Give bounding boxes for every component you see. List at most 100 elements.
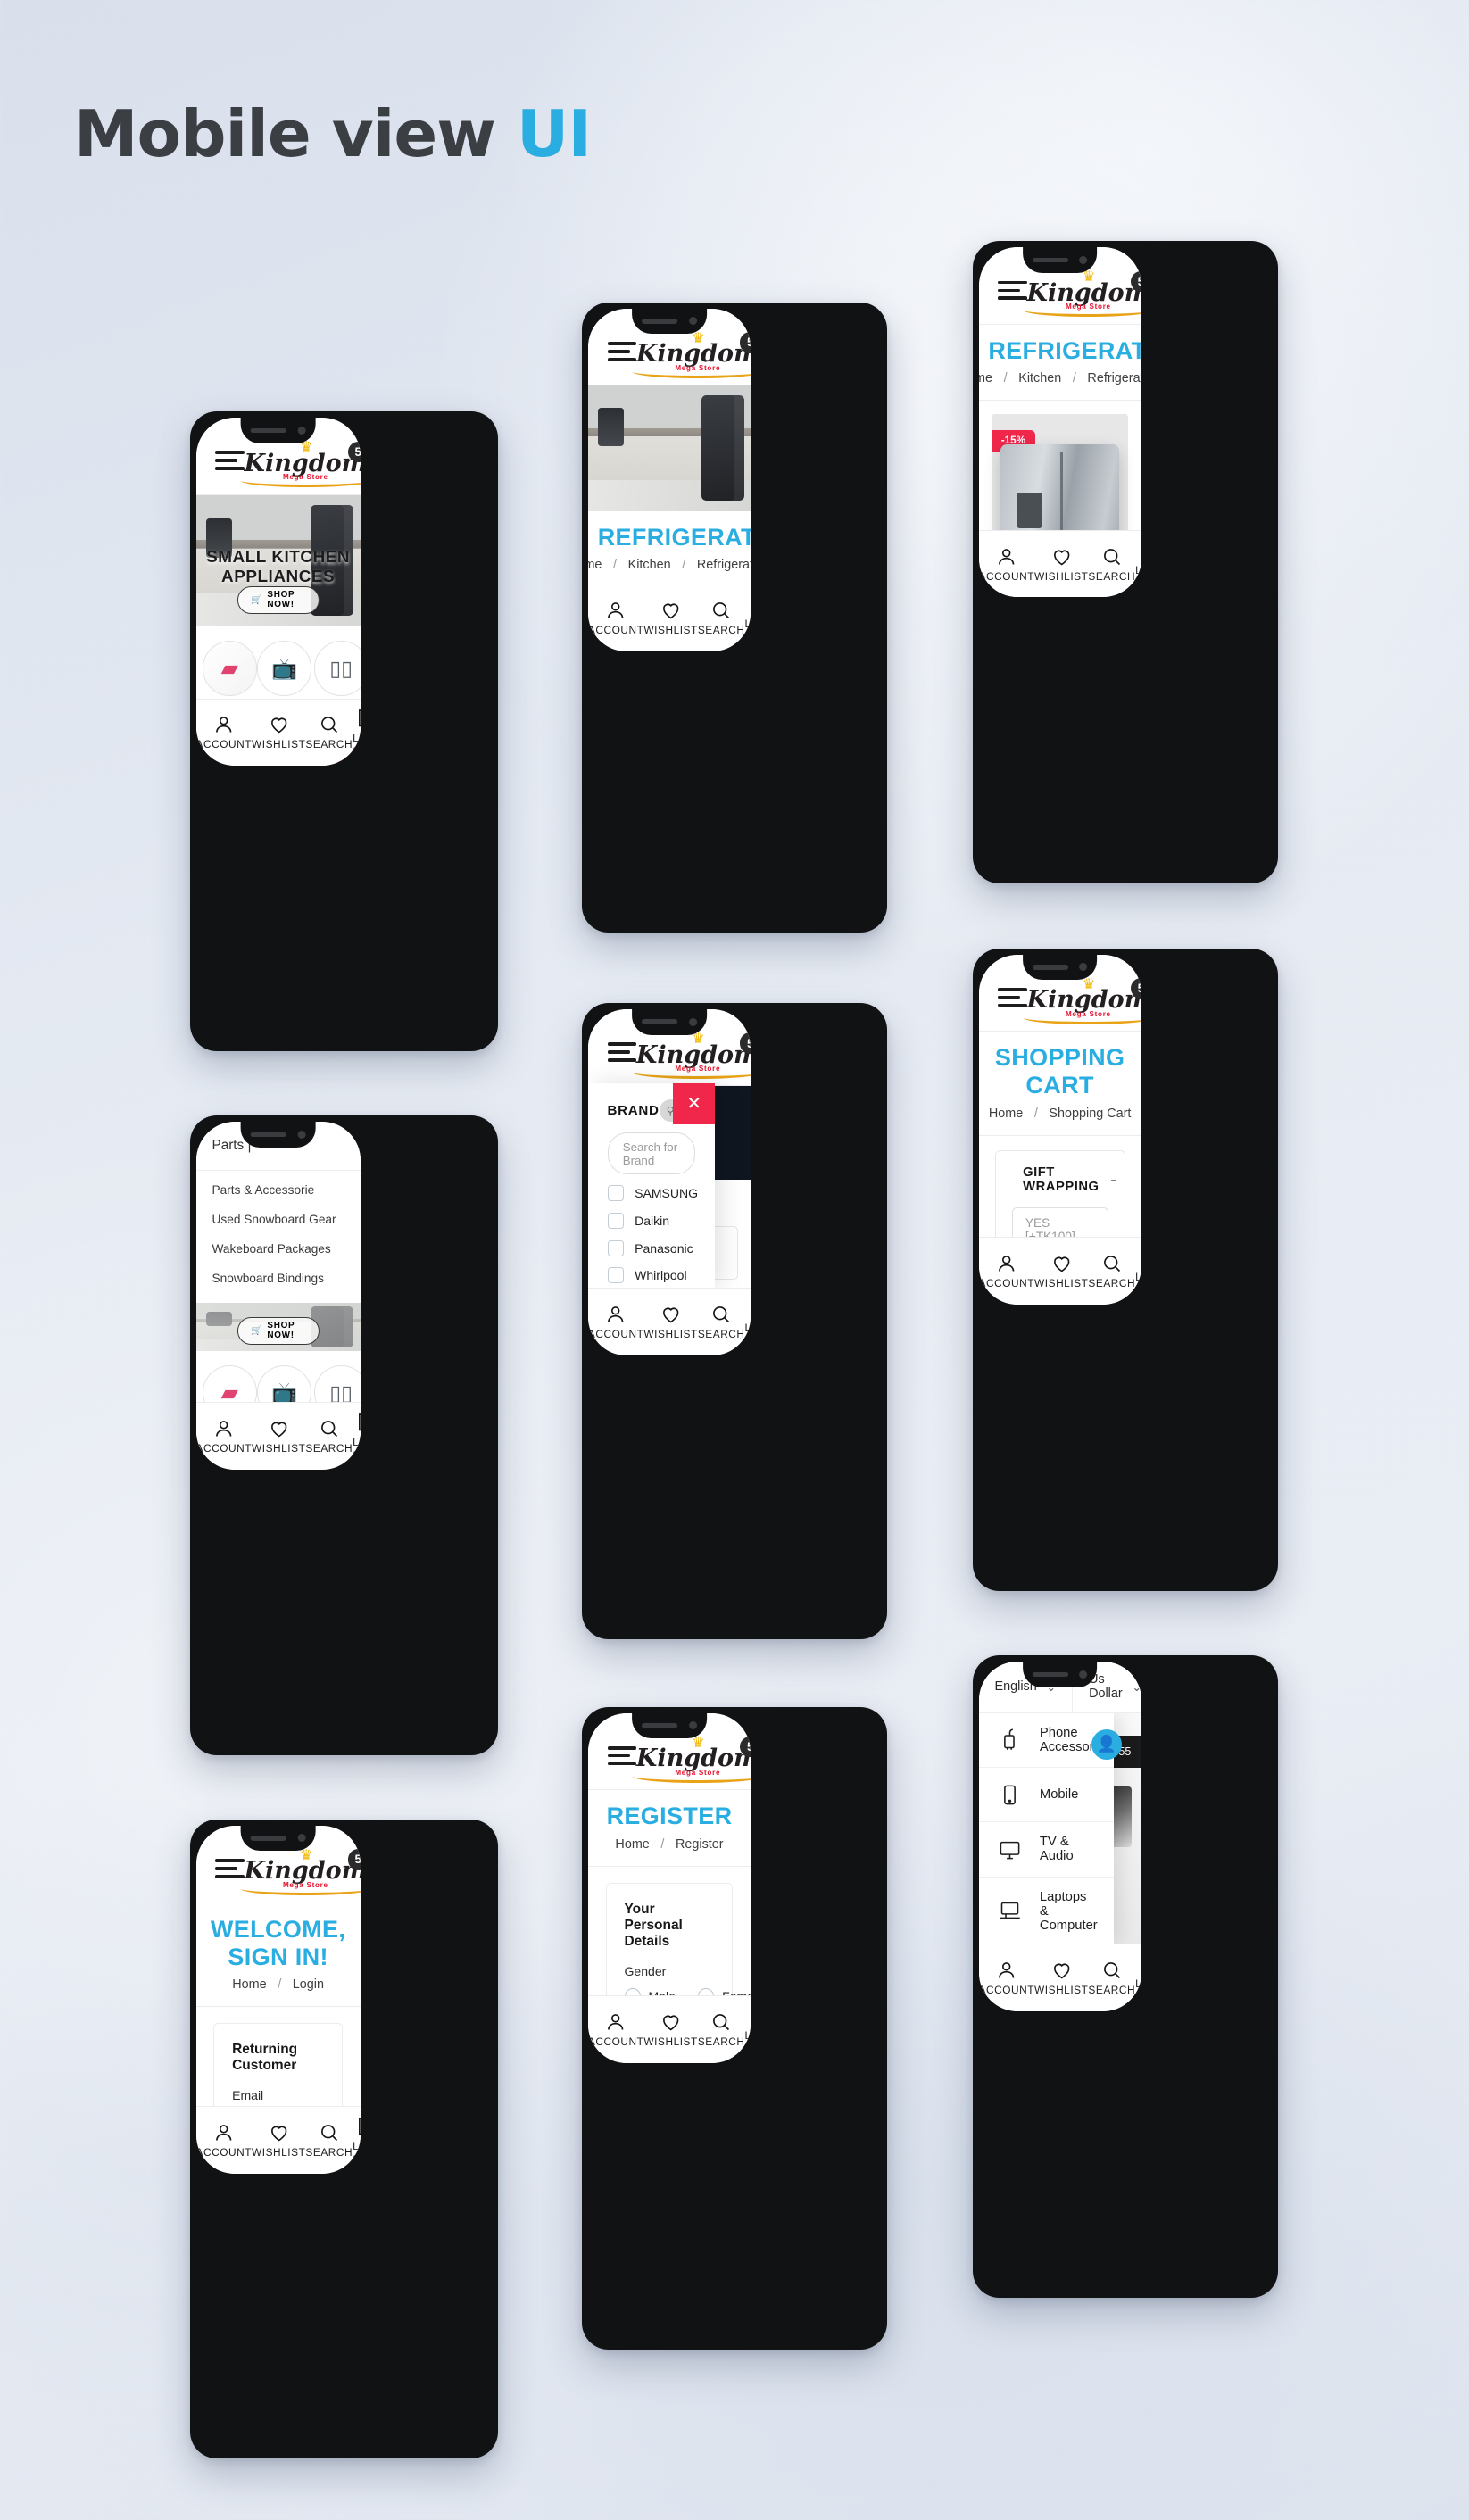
- logo-swoosh: [240, 475, 361, 488]
- logo[interactable]: ♛ Kingdom Mega Store: [633, 331, 751, 378]
- gift-wrapping-toggle[interactable]: -: [1110, 1170, 1116, 1190]
- shop-now-button[interactable]: 🛒 SHOP NOW!: [237, 1316, 320, 1345]
- nav-search[interactable]: SEARCH: [305, 1418, 353, 1455]
- breadcrumb-item: Refrigerators: [696, 558, 751, 573]
- hero-banner[interactable]: SMALL KITCHEN APPLIANCES 🛒 SHOP NOW!: [195, 494, 361, 627]
- nav-search[interactable]: SEARCH: [698, 600, 745, 636]
- logo[interactable]: ♛ Kingdom Mega Store: [240, 1848, 361, 1895]
- nav-search[interactable]: SEARCH: [1088, 1253, 1135, 1289]
- gift-wrapping-label: GIFT WRAPPING: [1023, 1165, 1100, 1195]
- nav-search[interactable]: SEARCH: [1088, 1960, 1135, 1996]
- nav-logout[interactable]: LOG OUT: [353, 708, 361, 757]
- brand-option[interactable]: Daikin: [607, 1212, 696, 1229]
- account-icon: [216, 1421, 232, 1437]
- breadcrumb-item[interactable]: Home: [989, 1107, 1023, 1121]
- suggestion-item[interactable]: Snowboard Bindings: [196, 1264, 361, 1293]
- checkbox[interactable]: [607, 1185, 624, 1202]
- nav-wishlist[interactable]: WISHLIST: [252, 2122, 305, 2159]
- notch: [632, 1712, 707, 1739]
- nav-account[interactable]: ACCOUNT: [979, 546, 1035, 583]
- nav-account[interactable]: ACCOUNT: [588, 1304, 644, 1340]
- menu-icon[interactable]: [607, 341, 636, 361]
- breadcrumb-item[interactable]: Kitchen: [628, 558, 671, 572]
- breadcrumb-item[interactable]: Home: [232, 1977, 266, 1992]
- nav-logout[interactable]: LOG OUT: [1135, 540, 1141, 589]
- phone-filter: ♛ Kingdom Mega Store 5 s › ⌄ 🛒 ♡: [581, 1002, 888, 1639]
- nav-wishlist[interactable]: WISHLIST: [643, 600, 697, 636]
- gender-label: Gender: [624, 1963, 667, 1978]
- drawer-item-laptops-computer[interactable]: Laptops & Computer: [979, 1878, 1114, 1944]
- nav-wishlist[interactable]: WISHLIST: [1034, 1960, 1088, 1996]
- logo[interactable]: ♛ Kingdom Mega Store: [633, 1032, 751, 1080]
- suggestion-item[interactable]: Parts & Accessorie: [196, 1175, 361, 1205]
- brand-option[interactable]: Panasonic: [607, 1239, 696, 1256]
- breadcrumb-item[interactable]: Kitchen: [1018, 371, 1061, 385]
- logo[interactable]: ♛ Kingdom Mega Store: [1023, 269, 1141, 318]
- breadcrumb-item[interactable]: Home: [615, 1837, 649, 1852]
- nav-logout[interactable]: LOG OUT: [745, 2005, 751, 2054]
- nav-label: WISHLIST: [1034, 1276, 1089, 1289]
- nav-search[interactable]: SEARCH: [305, 2122, 353, 2159]
- nav-account[interactable]: ACCOUNT: [196, 2122, 253, 2159]
- logo[interactable]: ♛ Kingdom Mega Store: [633, 1736, 751, 1783]
- gift-wrapping-row[interactable]: GIFT WRAPPING -: [1012, 1165, 1116, 1195]
- logo[interactable]: ♛ Kingdom Mega Store: [240, 440, 361, 488]
- menu-icon[interactable]: [998, 280, 1027, 301]
- nav-wishlist[interactable]: WISHLIST: [643, 1304, 697, 1340]
- suggestion-item[interactable]: Used Snowboard Gear: [196, 1205, 361, 1234]
- nav-account[interactable]: ACCOUNT: [588, 600, 644, 636]
- nav-wishlist[interactable]: WISHLIST: [1034, 546, 1088, 583]
- hero-banner[interactable]: [587, 385, 751, 511]
- shop-now-button[interactable]: 🛒 SHOP NOW!: [237, 585, 320, 614]
- menu-icon[interactable]: [607, 1745, 636, 1766]
- nav-logout[interactable]: LOG OUT: [1135, 1953, 1141, 2002]
- drawer-item-tv-audio[interactable]: TV & Audio: [978, 1822, 1114, 1878]
- breadcrumb-item[interactable]: Home: [979, 371, 993, 385]
- nav-account[interactable]: ACCOUNT: [979, 1960, 1035, 1996]
- nav-search[interactable]: SEARCH: [1088, 546, 1135, 583]
- drawer-item-label: TV & Audio: [1039, 1835, 1074, 1864]
- nav-logout[interactable]: LOG OUT: [745, 1297, 751, 1347]
- nav-label: ACCOUNT: [195, 2145, 252, 2159]
- breadcrumb-item[interactable]: Home: [588, 558, 602, 572]
- nav-account[interactable]: ACCOUNT: [196, 1418, 253, 1455]
- brand-search-input[interactable]: Search for Brand: [607, 1132, 696, 1174]
- menu-icon[interactable]: [607, 1042, 636, 1062]
- nav-search[interactable]: SEARCH: [698, 1304, 745, 1340]
- nav-logout[interactable]: LOG OUT: [745, 593, 751, 642]
- nav-wishlist[interactable]: WISHLIST: [1034, 1253, 1088, 1289]
- nav-label: SEARCH: [1088, 1276, 1136, 1289]
- close-filter-button[interactable]: ✕: [673, 1082, 716, 1125]
- nav-account[interactable]: ACCOUNT: [979, 1253, 1035, 1289]
- checkbox[interactable]: [607, 1239, 624, 1256]
- nav-wishlist[interactable]: WISHLIST: [252, 714, 305, 750]
- brand-option[interactable]: Whirlpool: [607, 1267, 696, 1284]
- menu-icon[interactable]: [215, 1858, 245, 1878]
- search-icon: [713, 2013, 730, 2030]
- nav-wishlist[interactable]: WISHLIST: [252, 1418, 305, 1455]
- nav-account[interactable]: ACCOUNT: [196, 714, 253, 750]
- nav-label: ACCOUNT: [587, 1328, 644, 1341]
- checkbox[interactable]: [607, 1212, 624, 1229]
- nav-search[interactable]: SEARCH: [698, 2011, 745, 2048]
- nav-label: ACCOUNT: [978, 1276, 1035, 1289]
- nav-wishlist[interactable]: WISHLIST: [643, 2011, 697, 2048]
- drawer-item-mobile[interactable]: Mobile: [978, 1768, 1114, 1822]
- bottom-nav: ACCOUNT WISHLIST SEARCH LOG OUT: [978, 1237, 1141, 1305]
- hero-banner[interactable]: 🛒 SHOP NOW!: [195, 1303, 361, 1352]
- menu-icon[interactable]: [998, 987, 1027, 1007]
- nav-logout[interactable]: LOG OUT: [353, 2116, 361, 2165]
- menu-icon[interactable]: [215, 451, 245, 470]
- document-icon: [1137, 540, 1141, 560]
- nav-logout[interactable]: LOG OUT: [1135, 1247, 1141, 1296]
- avatar[interactable]: 👤: [1091, 1728, 1123, 1760]
- checkbox[interactable]: [607, 1267, 624, 1284]
- nav-logout[interactable]: LOG OUT: [353, 1412, 361, 1461]
- nav-label: ACCOUNT: [587, 623, 644, 636]
- suggestion-item[interactable]: Wakeboard Packages: [196, 1234, 361, 1264]
- brand-option[interactable]: SAMSUNG: [607, 1185, 698, 1202]
- logo[interactable]: ♛ Kingdom Mega Store: [1023, 977, 1141, 1024]
- nav-account[interactable]: ACCOUNT: [588, 2011, 644, 2048]
- notch: [1022, 1661, 1098, 1687]
- nav-search[interactable]: SEARCH: [305, 714, 353, 750]
